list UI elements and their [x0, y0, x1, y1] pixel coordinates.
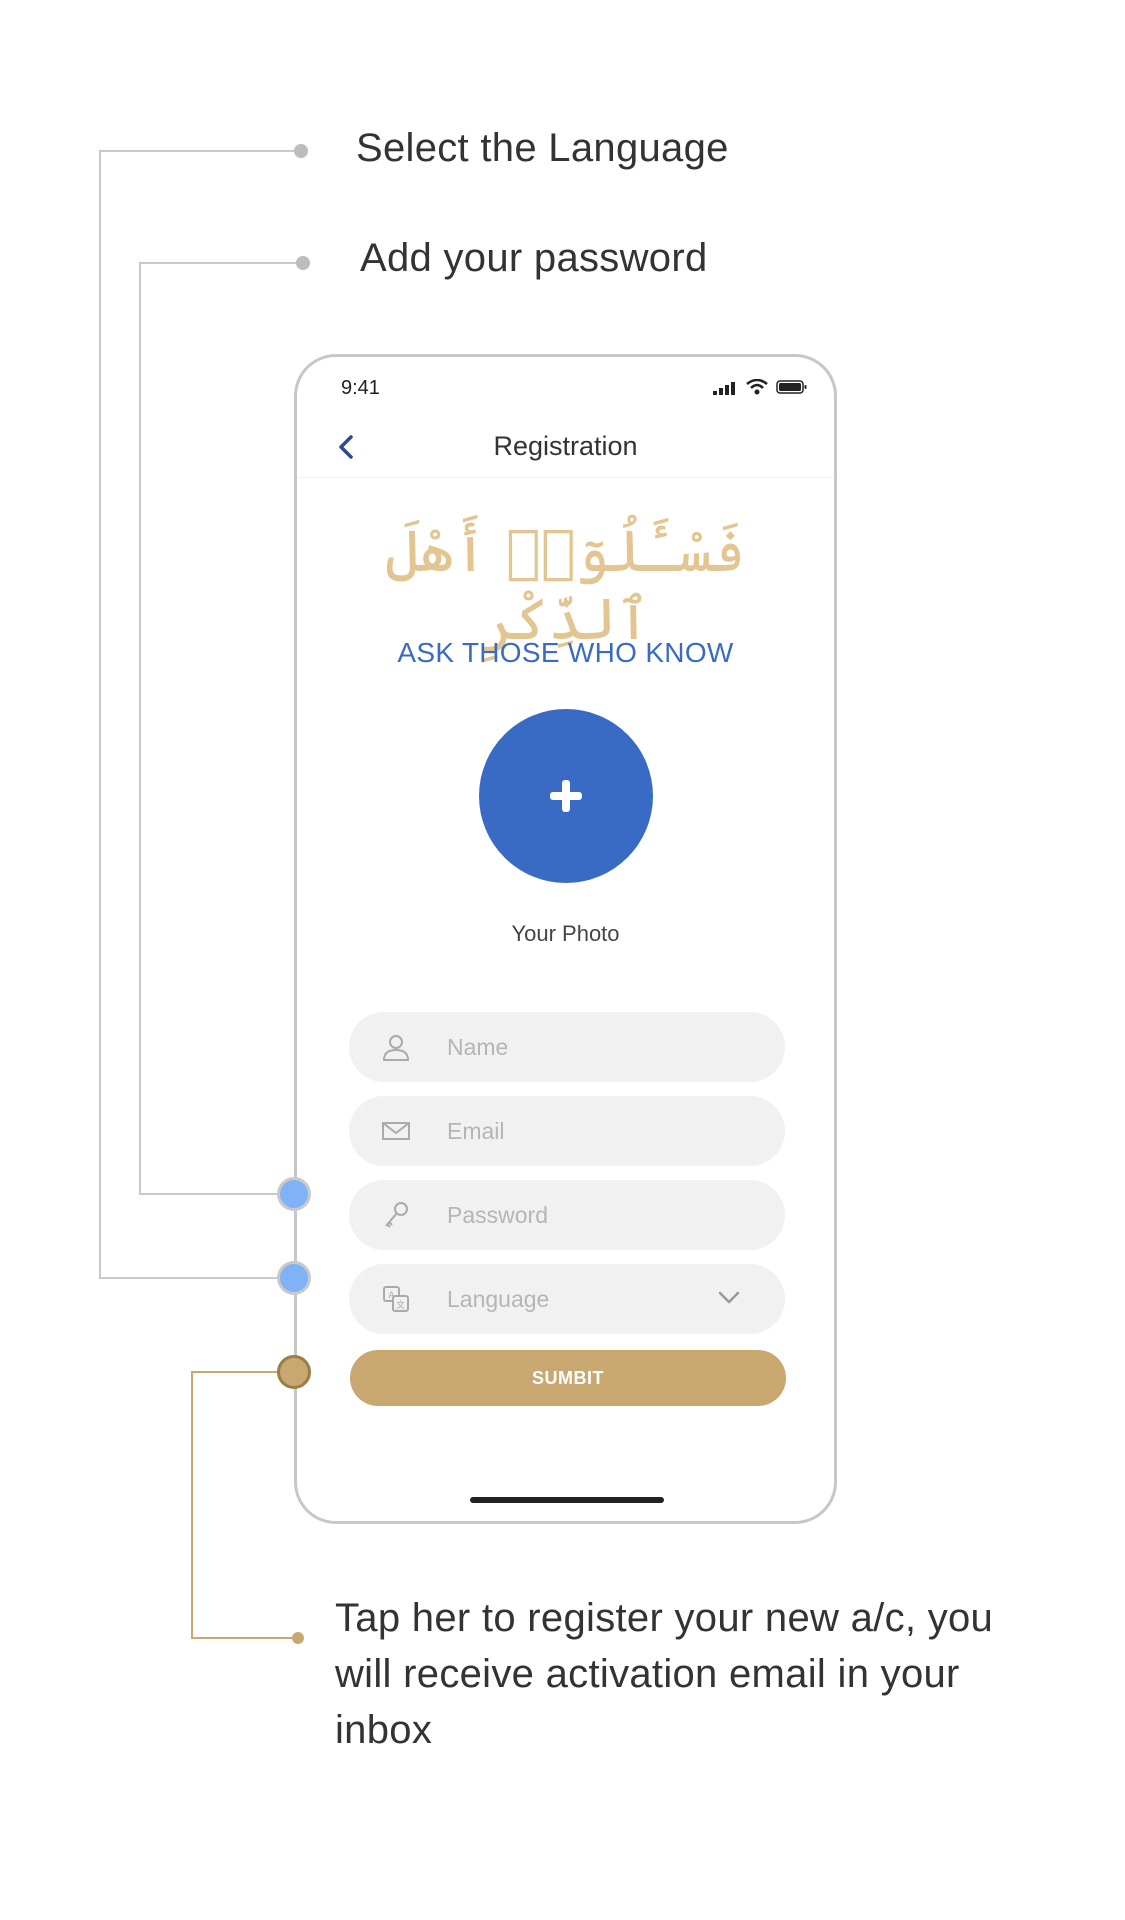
email-placeholder: Email	[447, 1118, 505, 1144]
password-field[interactable]: Password	[349, 1180, 785, 1250]
language-connector-vertical	[99, 150, 101, 1278]
email-field[interactable]: Email	[349, 1096, 785, 1166]
mail-icon	[382, 1122, 410, 1140]
password-connector-vertical	[139, 262, 141, 1194]
signal-icon	[713, 382, 735, 395]
translate-icon: A 文	[383, 1286, 409, 1312]
submit-connector-vertical	[191, 1371, 193, 1638]
arabic-calligraphy-title: فَسْـَٔلُوٓا۟ أَهْلَ ٱلذِّكْرِ	[385, 517, 746, 653]
password-placeholder: Password	[447, 1202, 548, 1228]
language-select[interactable]: A 文 Language	[349, 1264, 785, 1334]
annotation-submit-info: Tap her to register your new a/c, you wi…	[335, 1596, 994, 1752]
plus-icon	[550, 780, 582, 812]
key-icon	[385, 1202, 408, 1228]
annotation-add-password: Add your password	[360, 236, 708, 280]
status-time: 9:41	[341, 377, 380, 399]
language-connector-bottom	[99, 1277, 295, 1279]
status-icons	[712, 379, 808, 395]
nav-bar: Registration	[297, 417, 834, 478]
wifi-icon	[746, 379, 768, 395]
password-connector-end-dot	[296, 256, 310, 270]
add-photo-button[interactable]	[479, 709, 653, 883]
photo-label: Your Photo	[511, 921, 620, 946]
battery-icon	[776, 380, 807, 394]
submit-button[interactable]: SUMBIT	[350, 1350, 786, 1406]
chevron-down-icon	[718, 1291, 740, 1304]
name-placeholder: Name	[447, 1034, 509, 1060]
user-icon	[382, 1035, 410, 1061]
password-connector-top	[139, 262, 300, 264]
annotation-select-language: Select the Language	[356, 126, 729, 170]
language-connector-end-dot	[294, 144, 308, 158]
page-title: Registration	[493, 431, 638, 461]
submit-connector-bottom	[191, 1637, 296, 1639]
language-placeholder: Language	[447, 1286, 550, 1312]
name-field[interactable]: Name	[349, 1012, 785, 1082]
svg-text:文: 文	[396, 1299, 405, 1311]
home-indicator	[470, 1497, 664, 1503]
tagline: ASK THOSE WHO KNOW	[397, 637, 734, 668]
phone-mockup: 9:41 Registration فَسْـَٔلُوٓا۟ أَهْلَ ٱ…	[294, 354, 837, 1524]
language-connector-top	[99, 150, 300, 152]
password-connector-bottom	[139, 1193, 295, 1195]
language-marker-dot	[277, 1261, 311, 1295]
submit-connector-end-dot	[292, 1632, 304, 1644]
submit-marker-dot	[277, 1355, 311, 1389]
svg-text:A: A	[388, 1291, 395, 1301]
password-marker-dot	[277, 1177, 311, 1211]
